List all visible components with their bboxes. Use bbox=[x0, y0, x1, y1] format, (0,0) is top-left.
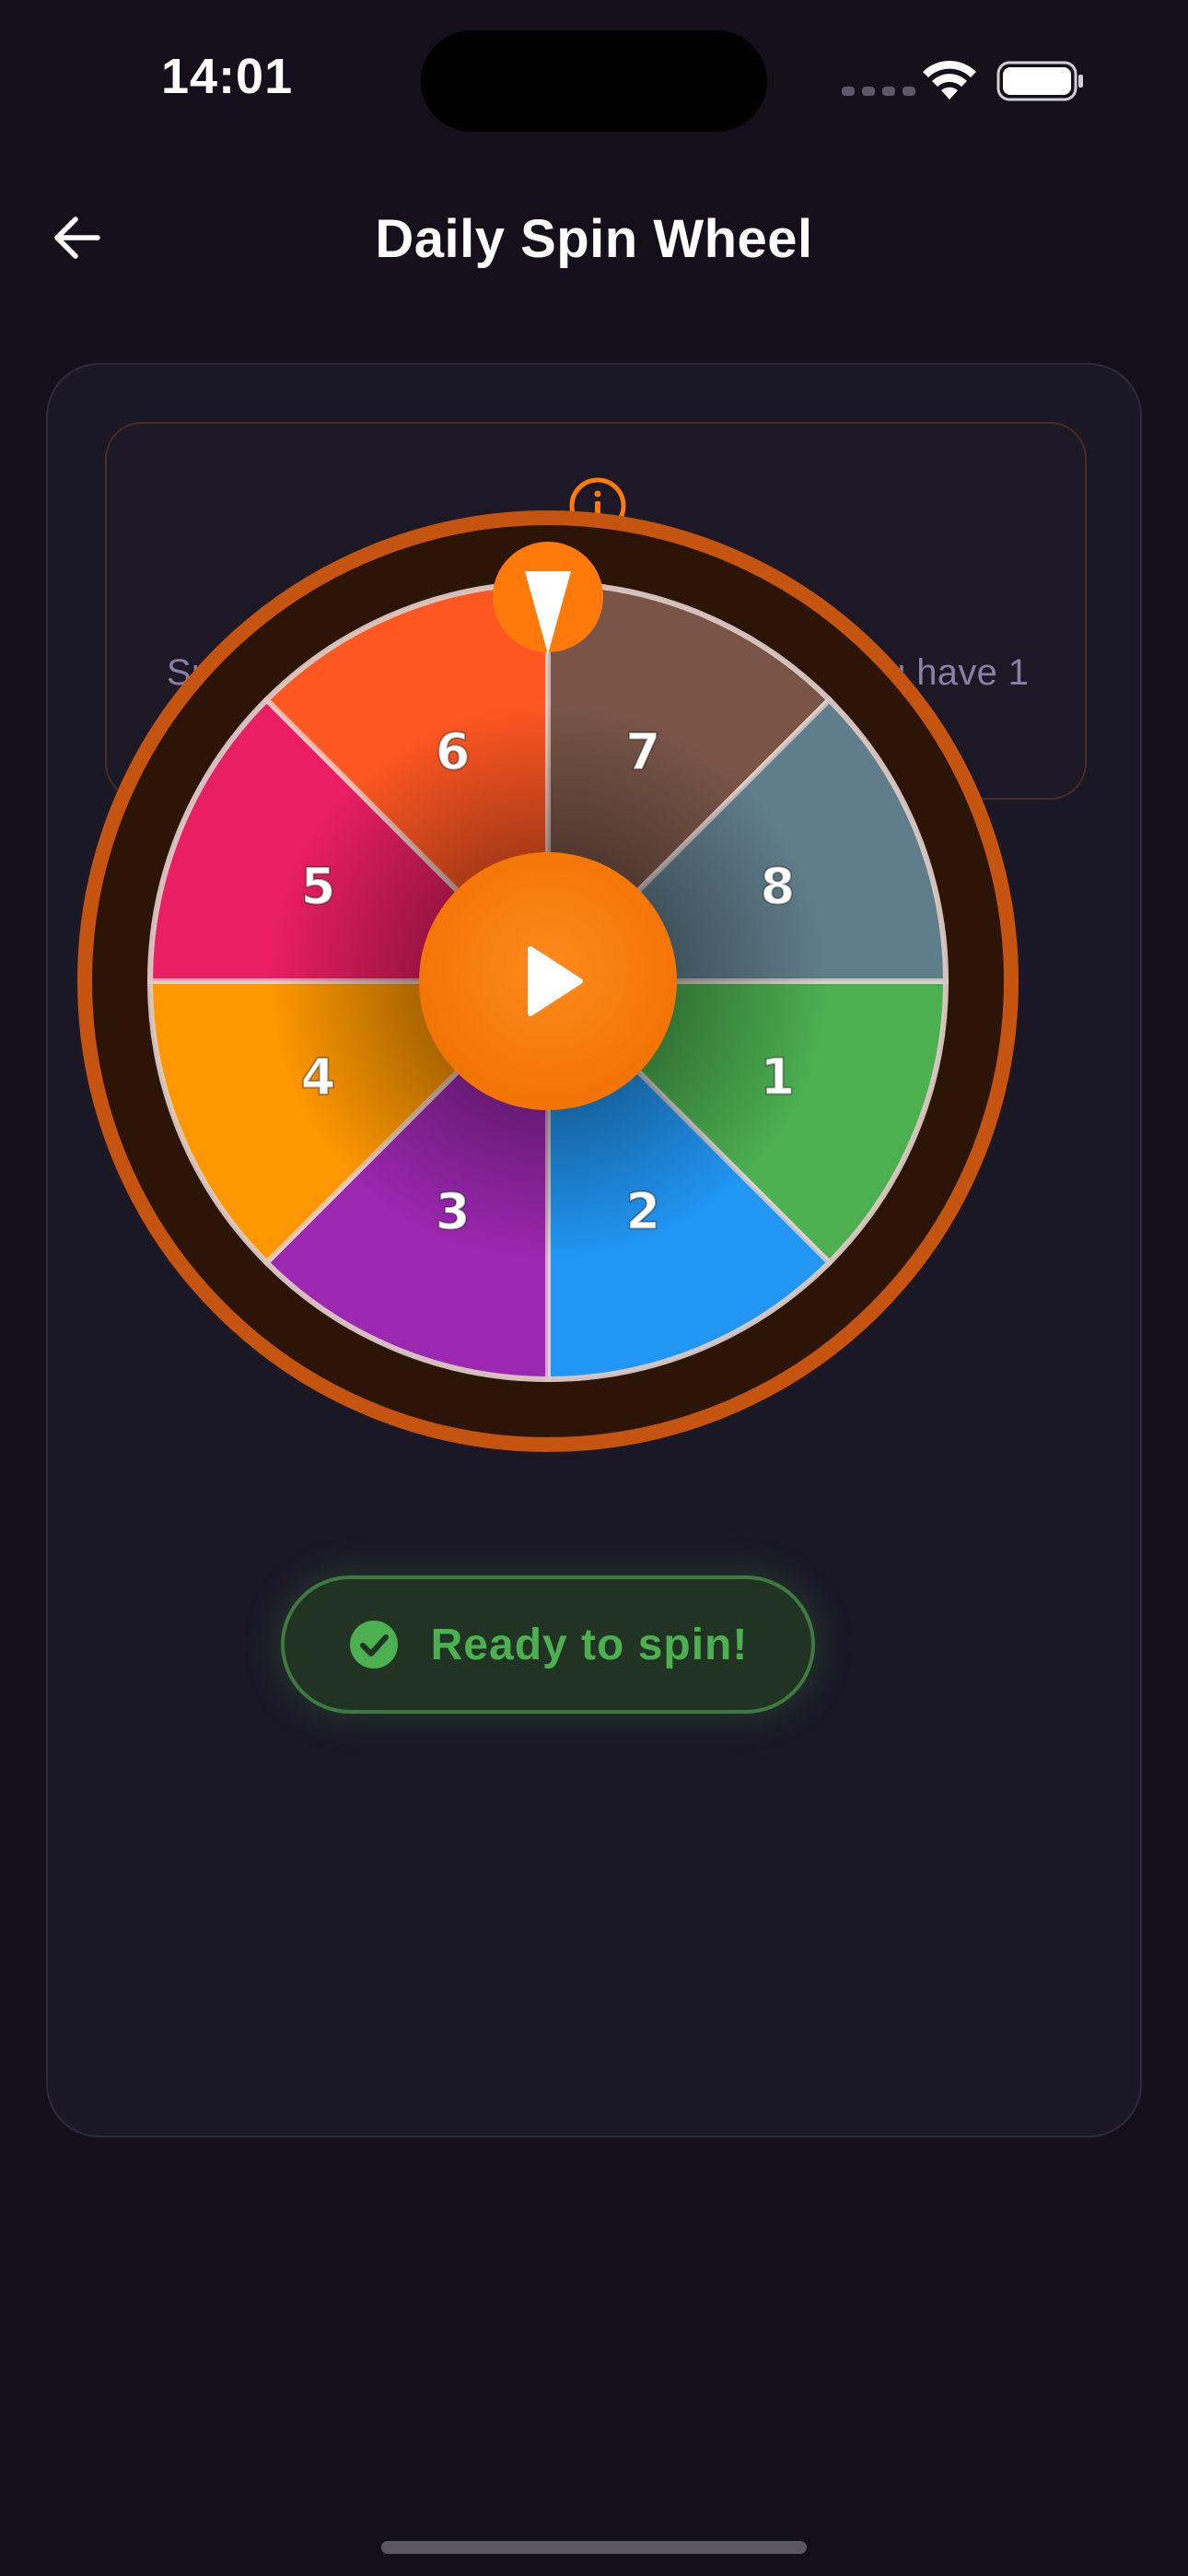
wheel-segment-label-7: 7 bbox=[626, 723, 661, 781]
ready-label: Ready to spin! bbox=[430, 1620, 749, 1669]
wheel-segment-label-5: 5 bbox=[301, 858, 336, 916]
cellular-signal-icon bbox=[842, 87, 915, 96]
wheel-segment-label-2: 2 bbox=[626, 1182, 661, 1240]
page-title: Daily Spin Wheel bbox=[375, 209, 813, 269]
home-indicator[interactable] bbox=[381, 2541, 807, 2554]
status-bar: 14:01 bbox=[0, 0, 1188, 157]
wheel-segment-label-3: 3 bbox=[436, 1182, 471, 1240]
spin-button[interactable] bbox=[419, 852, 677, 1110]
wheel-segment-label-1: 1 bbox=[761, 1048, 796, 1106]
wheel-segment-label-8: 8 bbox=[761, 858, 796, 916]
ready-status-badge: Ready to spin! bbox=[281, 1575, 815, 1714]
wifi-icon bbox=[923, 60, 976, 100]
screen: 14:01 Daily Spin Wheel How it w bbox=[0, 0, 1188, 2576]
dynamic-island bbox=[421, 30, 767, 132]
battery-icon bbox=[996, 61, 1083, 101]
wheel-segment-label-6: 6 bbox=[436, 723, 471, 781]
status-time: 14:01 bbox=[161, 49, 294, 104]
spin-wheel[interactable]: 1 2 3 4 5 6 7 8 bbox=[74, 507, 1022, 1456]
wheel-segment-label-4: 4 bbox=[301, 1048, 336, 1106]
check-circle-icon bbox=[349, 1621, 398, 1669]
